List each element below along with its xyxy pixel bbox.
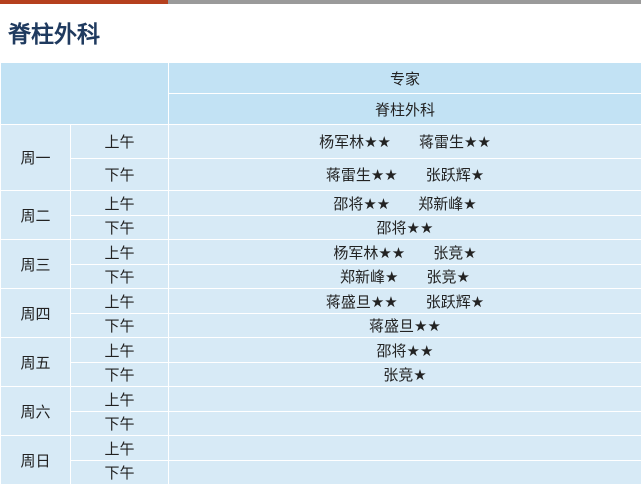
- doctors-cell: [168, 411, 641, 436]
- doctor-name: 郑新峰★: [340, 268, 399, 286]
- schedule-row: 周五 上午 邵将★★: [0, 337, 641, 387]
- schedule-row: 下午: [1, 460, 641, 485]
- day-label: 周二: [0, 190, 71, 240]
- session-label: 下午: [70, 460, 169, 485]
- doctor-name: 邵将★★: [376, 219, 434, 237]
- doctor-name: 邵将★★: [376, 341, 434, 360]
- doctor-name: 蒋盛旦★★: [325, 292, 398, 311]
- schedule-row: 下午 张竞★: [1, 362, 641, 387]
- header-department: 脊柱外科: [168, 93, 641, 125]
- doctor-name: 张跃辉★: [425, 292, 485, 311]
- doctor-name: 杨军林★★: [333, 243, 406, 262]
- schedule-row: 下午 郑新峰★ 张竞★: [1, 264, 641, 289]
- header-corner-cell: [0, 62, 169, 125]
- schedule-row: 下午 蒋盛旦★★: [1, 313, 641, 338]
- session-label: 下午: [70, 215, 169, 240]
- doctor-name: 张跃辉★: [425, 166, 485, 184]
- session-label: 上午: [70, 386, 169, 412]
- doctor-name: 张竞★: [383, 366, 427, 384]
- schedule-row: 下午: [1, 411, 641, 436]
- doctors-cell: 邵将★★: [168, 337, 641, 363]
- doctors-cell: [168, 460, 641, 485]
- doctors-cell: 蒋盛旦★★: [168, 313, 641, 338]
- doctors-cell: 张竞★: [168, 362, 641, 387]
- day-label: 周一: [0, 124, 71, 191]
- doctors-cell: [168, 435, 641, 461]
- session-label: 上午: [70, 239, 169, 265]
- doctors-cell: 邵将★★ 郑新峰★: [168, 190, 641, 216]
- schedule-row: 周日 上午: [0, 435, 641, 485]
- day-label: 周五: [0, 337, 71, 387]
- session-label: 下午: [70, 411, 169, 436]
- schedule-row: 周三 上午 杨军林★★ 张竞★: [0, 239, 641, 289]
- doctors-cell: 邵将★★: [168, 215, 641, 240]
- day-label: 周六: [0, 386, 71, 436]
- schedule-table: 专家 脊柱外科 周一 上午 杨军林★★ 蒋雷生★★ 下午 蒋雷生★★ 张跃辉★ 周二 上午 邵将★…: [0, 62, 641, 485]
- doctors-cell: 杨军林★★ 张竞★: [168, 239, 641, 265]
- day-label: 周日: [0, 435, 71, 485]
- session-label: 上午: [70, 190, 169, 216]
- doctor-name: 邵将★★: [333, 194, 391, 213]
- doctors-cell: 蒋雷生★★ 张跃辉★: [168, 158, 641, 191]
- doctor-name: 蒋盛旦★★: [369, 317, 441, 335]
- doctor-name: 郑新峰★: [418, 194, 477, 213]
- page-title: 脊柱外科: [8, 22, 100, 48]
- doctors-cell: 蒋盛旦★★ 张跃辉★: [168, 288, 641, 314]
- doctor-name: 张竞★: [426, 268, 470, 286]
- header-experts: 专家: [168, 62, 641, 94]
- session-label: 下午: [70, 158, 169, 191]
- session-label: 上午: [70, 288, 169, 314]
- doctor-name: 蒋雷生★★: [419, 133, 491, 151]
- schedule-row: 下午 蒋雷生★★ 张跃辉★: [1, 158, 641, 191]
- session-label: 下午: [70, 264, 169, 289]
- doctor-name: 蒋雷生★★: [325, 166, 398, 184]
- doctors-cell: 郑新峰★ 张竞★: [168, 264, 641, 289]
- session-label: 下午: [70, 362, 169, 387]
- schedule-row: 周二 上午 邵将★★ 郑新峰★: [0, 190, 641, 240]
- schedule-row: 周四 上午 蒋盛旦★★ 张跃辉★: [0, 288, 641, 338]
- schedule-row: 下午 邵将★★: [1, 215, 641, 240]
- day-label: 周四: [0, 288, 71, 338]
- session-label: 上午: [70, 337, 169, 363]
- schedule-row: 周六 上午: [0, 386, 641, 436]
- day-label: 周三: [0, 239, 71, 289]
- session-label: 下午: [70, 313, 169, 338]
- doctors-cell: [168, 386, 641, 412]
- session-label: 上午: [70, 124, 169, 159]
- doctor-name: 张竞★: [433, 243, 477, 262]
- doctors-cell: 杨军林★★ 蒋雷生★★: [168, 124, 641, 159]
- top-accent-bar-gray: [168, 0, 641, 4]
- schedule-row: 周一 上午 杨军林★★ 蒋雷生★★: [0, 124, 641, 191]
- doctor-name: 杨军林★★: [319, 133, 391, 151]
- session-label: 上午: [70, 435, 169, 461]
